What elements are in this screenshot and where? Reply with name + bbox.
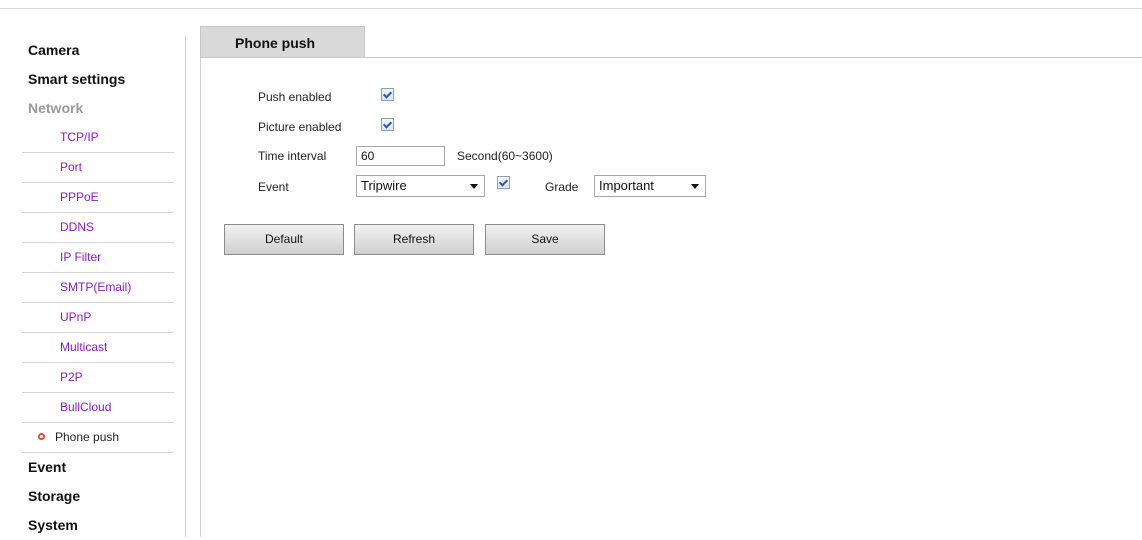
tab-phone-push[interactable]: Phone push: [200, 26, 365, 58]
refresh-button[interactable]: Refresh: [354, 224, 474, 255]
event-checkbox[interactable]: [497, 176, 510, 189]
event-select-value: Tripwire: [361, 178, 407, 193]
content-left-border: [200, 58, 201, 537]
sidebar-item-smtp-email[interactable]: SMTP(Email): [22, 273, 174, 303]
picture-enabled-checkbox[interactable]: [381, 118, 394, 131]
event-select[interactable]: Tripwire: [356, 175, 485, 197]
tab-underline: [200, 57, 1142, 58]
grade-dropdown-arrow-icon: [691, 184, 699, 189]
sidebar-item-phone-push[interactable]: Phone push: [22, 423, 174, 453]
sidebar-menu: Camera Smart settings Network TCP/IP Por…: [22, 36, 174, 540]
save-button[interactable]: Save: [485, 224, 605, 255]
time-interval-input[interactable]: [356, 146, 445, 166]
sidebar-section-event[interactable]: Event: [22, 453, 174, 482]
sidebar-item-p2p[interactable]: P2P: [22, 363, 174, 393]
default-button[interactable]: Default: [224, 224, 344, 255]
sidebar-item-multicast[interactable]: Multicast: [22, 333, 174, 363]
sidebar-item-bullcloud[interactable]: BullCloud: [22, 393, 174, 423]
network-submenu: TCP/IP Port PPPoE DDNS IP Filter SMTP(Em…: [22, 123, 174, 453]
sidebar-item-port[interactable]: Port: [22, 153, 174, 183]
grade-label: Grade: [545, 180, 579, 194]
event-dropdown-arrow-icon: [470, 184, 478, 189]
grade-select[interactable]: Important: [594, 175, 706, 197]
sidebar-section-storage[interactable]: Storage: [22, 482, 174, 511]
active-dot-icon: [38, 433, 45, 441]
sidebar-item-pppoe[interactable]: PPPoE: [22, 183, 174, 213]
picture-enabled-label: Picture enabled: [258, 120, 342, 134]
time-interval-hint: Second(60~3600): [457, 149, 553, 163]
sidebar-item-ip-filter[interactable]: IP Filter: [22, 243, 174, 273]
sidebar-section-smart-settings[interactable]: Smart settings: [22, 65, 174, 94]
sidebar-section-system[interactable]: System: [22, 511, 174, 540]
sidebar-item-tcpip[interactable]: TCP/IP: [22, 123, 174, 153]
sidebar-section-network[interactable]: Network: [22, 94, 174, 123]
time-interval-label: Time interval: [258, 149, 327, 163]
sidebar-divider: [185, 36, 186, 537]
grade-select-value: Important: [599, 178, 654, 193]
push-enabled-checkbox[interactable]: [381, 88, 394, 101]
push-enabled-label: Push enabled: [258, 90, 332, 104]
sidebar-section-camera[interactable]: Camera: [22, 36, 174, 65]
top-rule: [0, 8, 1142, 9]
event-label: Event: [258, 180, 289, 194]
sidebar-item-ddns[interactable]: DDNS: [22, 213, 174, 243]
sidebar-item-phone-push-label: Phone push: [55, 430, 120, 444]
sidebar-item-upnp[interactable]: UPnP: [22, 303, 174, 333]
